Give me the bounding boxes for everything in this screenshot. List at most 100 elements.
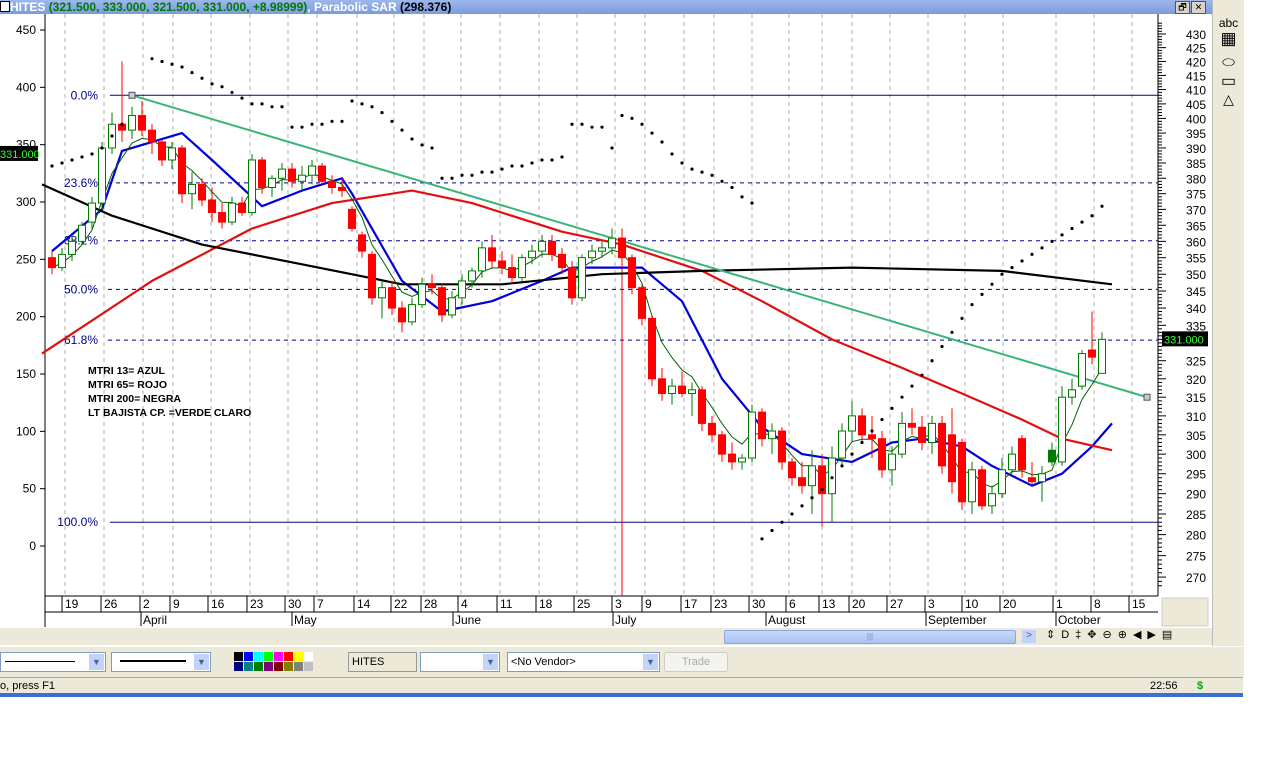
line-style-select[interactable]: ▼ — [0, 652, 106, 672]
symbol-field[interactable]: HITES — [348, 652, 417, 672]
candle-body — [278, 168, 286, 179]
fib-level-label: 50.0% — [64, 282, 98, 296]
candle-body — [688, 389, 696, 394]
color-swatch[interactable] — [304, 662, 313, 671]
candle-body — [378, 287, 386, 299]
scrollbar-thumb[interactable]: ||| — [724, 630, 1016, 644]
chevron-down-icon[interactable]: ▼ — [643, 654, 658, 670]
candle-body — [1028, 477, 1036, 483]
color-swatch[interactable] — [284, 662, 293, 671]
color-swatch[interactable] — [294, 662, 303, 671]
sar-dot — [90, 152, 94, 156]
right-axis-tick-label: 370 — [1186, 203, 1206, 217]
sar-dot — [660, 140, 664, 144]
text-tool-icon[interactable]: abc — [1213, 16, 1244, 30]
sar-dot — [770, 528, 774, 533]
right-axis-tick-label: 355 — [1186, 252, 1206, 266]
color-swatch[interactable] — [244, 662, 253, 671]
chevron-down-icon[interactable]: ▼ — [483, 654, 498, 670]
chevron-down-icon[interactable]: ▼ — [89, 654, 104, 670]
sar-dot — [230, 90, 234, 95]
color-swatch[interactable] — [264, 652, 273, 661]
color-swatch[interactable] — [284, 652, 293, 661]
color-swatch[interactable] — [234, 662, 243, 671]
sar-dot — [920, 373, 924, 377]
color-swatch[interactable] — [264, 662, 273, 671]
scroll-right-icon[interactable]: > — [1022, 630, 1036, 643]
color-swatch[interactable] — [294, 652, 303, 661]
color-swatch[interactable] — [254, 662, 263, 671]
color-swatch[interactable] — [234, 652, 243, 661]
candle-body — [388, 287, 396, 309]
sar-dot — [700, 170, 704, 174]
nav-tool-icon[interactable]: ⊕ — [1118, 629, 1133, 641]
candle-body — [198, 183, 206, 201]
color-swatch[interactable] — [254, 652, 263, 661]
candle-body — [528, 250, 536, 259]
sar-dot — [1060, 233, 1064, 237]
sar-dot — [400, 128, 404, 132]
candle-body — [668, 385, 676, 394]
x-axis-month-label: July — [615, 613, 636, 627]
color-swatch[interactable] — [304, 652, 313, 661]
line-width-select[interactable]: ▼ — [111, 652, 211, 672]
chevron-down-icon[interactable]: ▼ — [194, 654, 209, 670]
nav-tool-icon[interactable]: D — [1061, 629, 1075, 641]
candle-body — [448, 297, 456, 316]
x-axis-day-label: 3 — [615, 597, 622, 611]
color-swatch[interactable] — [244, 652, 253, 661]
fib-level-label: 100.0% — [57, 515, 98, 529]
right-axis-tick-label: 415 — [1186, 69, 1206, 83]
sar-dot — [550, 158, 554, 162]
chart-nav-tools: ⇕D‡✥⊖⊕◀▶▤ — [1046, 628, 1178, 641]
nav-tool-icon[interactable]: ▤ — [1162, 629, 1178, 641]
candle-body — [308, 165, 316, 176]
sar-dot — [150, 57, 154, 61]
color-swatch[interactable] — [274, 662, 283, 671]
sar-dot — [590, 125, 594, 129]
sar-dot — [480, 170, 484, 174]
currency-icon: $ — [1197, 680, 1204, 692]
candle-body — [258, 159, 266, 189]
close-button[interactable]: ✕ — [1191, 1, 1206, 14]
restore-button[interactable]: 🗗 — [1175, 1, 1190, 14]
nav-tool-icon[interactable]: ◀ — [1133, 629, 1147, 641]
rectangle-tool-icon[interactable]: ▭ — [1213, 71, 1244, 91]
sar-dot — [1040, 246, 1044, 250]
sar-dot — [490, 170, 494, 174]
x-axis-day-label: 7 — [317, 597, 324, 611]
sar-dot — [560, 155, 564, 159]
right-axis-tick-label: 285 — [1186, 508, 1206, 522]
candlestick-chart[interactable]: 4504003503002502001501005004304254204154… — [0, 14, 1212, 628]
nav-tool-icon[interactable]: ⊖ — [1103, 629, 1118, 641]
x-axis-month-label: May — [294, 613, 317, 627]
candle-body — [1038, 473, 1046, 483]
title-ohlc: (321.500, 333.000, 321.500, 331.000, +8.… — [48, 0, 308, 14]
sar-dot — [580, 122, 584, 126]
nav-tool-icon[interactable]: ⇕ — [1046, 629, 1061, 641]
x-axis-month-label: April — [143, 613, 167, 627]
color-swatch[interactable] — [274, 652, 283, 661]
candle-body — [538, 240, 546, 252]
candle-body — [48, 257, 56, 269]
right-axis-tick-label: 310 — [1186, 410, 1206, 424]
interval-select[interactable]: ▼ — [420, 652, 500, 672]
nav-tool-icon[interactable]: ▶ — [1147, 629, 1161, 641]
trade-button[interactable]: Trade — [664, 652, 728, 672]
left-axis-tick-label: 400 — [16, 80, 36, 94]
vendor-select[interactable]: <No Vendor> ▼ — [507, 652, 660, 672]
color-palette[interactable] — [234, 652, 322, 672]
sar-dot — [900, 395, 904, 399]
sar-dot — [640, 122, 644, 126]
sar-dot — [510, 164, 514, 168]
grid-tool-icon[interactable]: ▦ — [1213, 30, 1244, 48]
candle-body — [128, 114, 136, 131]
nav-tool-icon[interactable]: ‡ — [1075, 629, 1087, 641]
ellipse-tool-icon[interactable]: ⬭ — [1213, 54, 1244, 71]
triangle-tool-icon[interactable]: △ — [1213, 91, 1244, 108]
x-axis-day-label: 26 — [104, 597, 118, 611]
left-axis-tick-label: 450 — [16, 23, 36, 37]
sar-dot — [80, 155, 84, 159]
nav-tool-icon[interactable]: ✥ — [1087, 629, 1102, 641]
candle-body — [298, 174, 306, 182]
